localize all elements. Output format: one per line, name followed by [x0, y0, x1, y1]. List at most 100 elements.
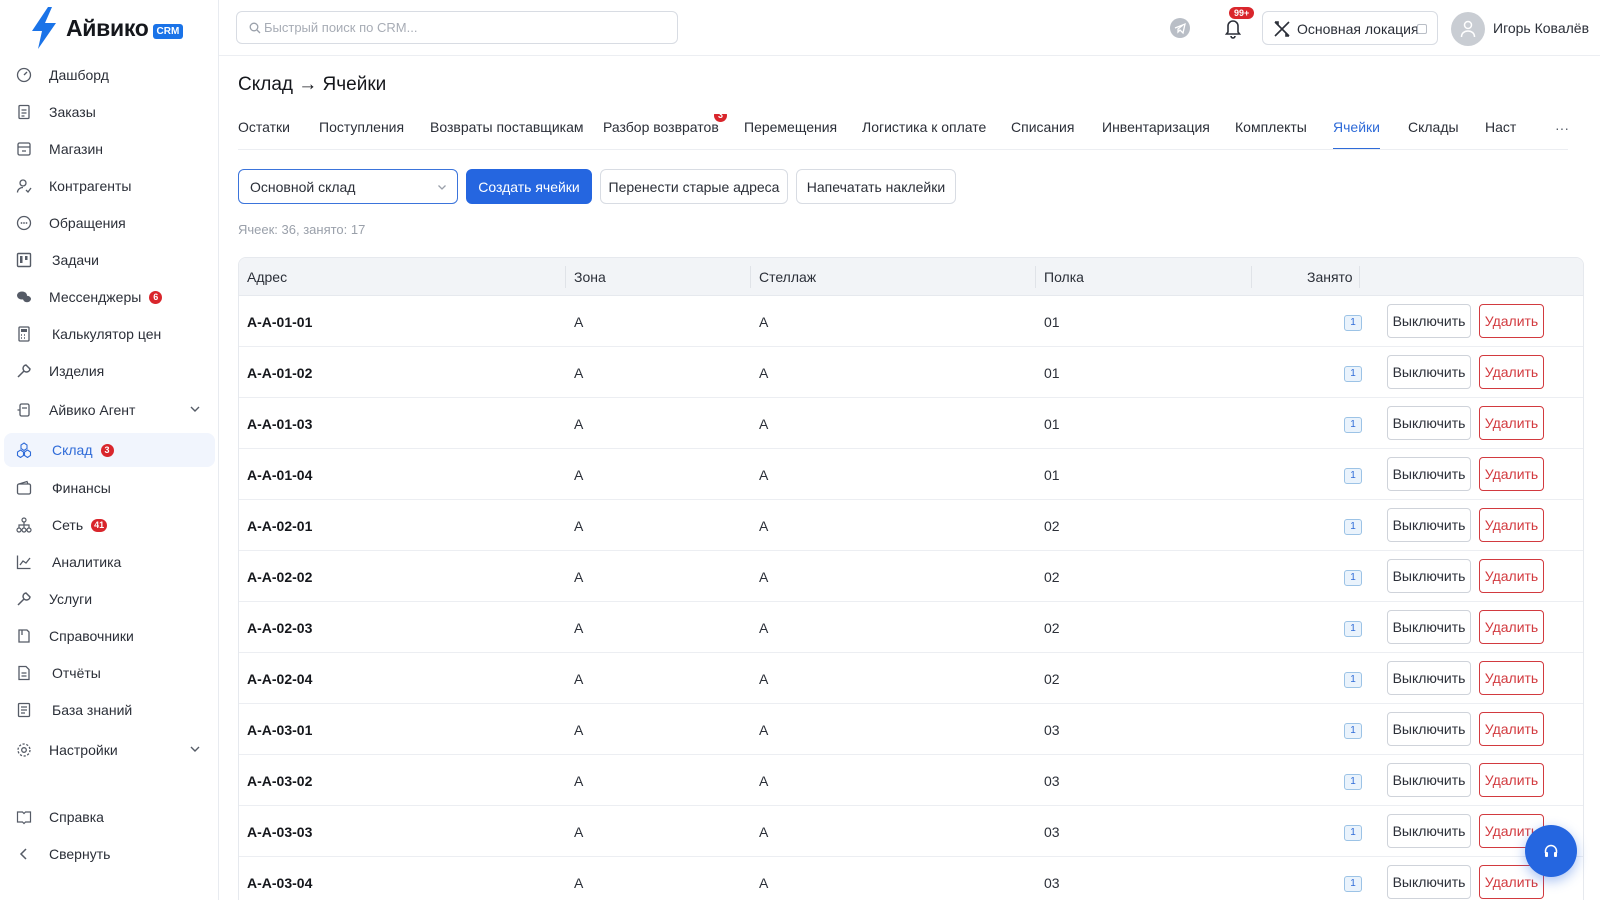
tab-write-offs[interactable]: Списания: [1011, 119, 1074, 149]
disable-button[interactable]: Выключить: [1387, 865, 1471, 899]
sidebar-item-label: Справка: [49, 809, 104, 825]
avatar[interactable]: [1451, 12, 1485, 46]
sidebar-item-settings[interactable]: Настройки: [4, 733, 215, 767]
bell-icon[interactable]: [1223, 17, 1243, 39]
disable-button[interactable]: Выключить: [1387, 610, 1471, 644]
cell-zone: A: [574, 416, 584, 432]
delete-button[interactable]: Удалить: [1479, 457, 1544, 491]
sidebar-item-help[interactable]: Справка: [4, 800, 215, 834]
telegram-icon[interactable]: [1170, 18, 1190, 38]
sidebar-item-reports[interactable]: Отчёты: [4, 656, 215, 690]
tab-settings[interactable]: Наст: [1485, 119, 1516, 149]
column-header-occupied[interactable]: Занято: [1307, 269, 1353, 285]
occupied-badge: 1: [1344, 876, 1362, 892]
table-row: A-A-01-04 A A 01 1 Выключить Удалить: [239, 449, 1583, 500]
delete-button[interactable]: Удалить: [1479, 661, 1544, 695]
disable-button[interactable]: Выключить: [1387, 457, 1471, 491]
delete-button[interactable]: Удалить: [1479, 406, 1544, 440]
network-badge: 41: [91, 519, 108, 532]
move-addresses-button[interactable]: Перенести старые адреса: [600, 169, 788, 204]
table-row: A-A-01-03 A A 01 1 Выключить Удалить: [239, 398, 1583, 449]
gear-icon: [17, 743, 31, 757]
cell-rack: A: [759, 518, 769, 534]
tabs-more-button[interactable]: ···: [1555, 120, 1569, 136]
sidebar-item-analytics[interactable]: Аналитика: [4, 545, 215, 579]
chevron-down-icon: [190, 746, 200, 752]
sidebar-item-products[interactable]: Изделия: [4, 354, 215, 388]
delete-button[interactable]: Удалить: [1479, 304, 1544, 338]
occupied-badge: 1: [1344, 723, 1362, 739]
column-header-zone[interactable]: Зона: [574, 269, 606, 285]
user-name[interactable]: Игорь Ковалёв: [1493, 20, 1589, 36]
cell-rack: A: [759, 824, 769, 840]
column-header-rack[interactable]: Стеллаж: [759, 269, 816, 285]
create-cells-button[interactable]: Создать ячейки: [466, 169, 592, 204]
sidebar-item-messengers[interactable]: Мессенджеры 6: [4, 280, 215, 314]
help-book-icon: [16, 811, 32, 825]
cell-shelf: 03: [1044, 824, 1060, 840]
location-selector[interactable]: Основная локация: [1262, 11, 1438, 45]
sidebar-item-references[interactable]: Справочники: [4, 619, 215, 653]
logo[interactable]: Айвико CRM: [28, 6, 184, 50]
sidebar-collapse-button[interactable]: Свернуть: [4, 837, 215, 871]
tab-kits[interactable]: Комплекты: [1235, 119, 1307, 149]
disable-button[interactable]: Выключить: [1387, 406, 1471, 440]
sidebar-item-orders[interactable]: Заказы: [4, 95, 215, 129]
delete-button[interactable]: Удалить: [1479, 559, 1544, 593]
table-row: A-A-03-04 A A 03 1 Выключить Удалить: [239, 857, 1583, 900]
disable-button[interactable]: Выключить: [1387, 661, 1471, 695]
cell-address: A-A-01-01: [247, 314, 313, 330]
services-icon: [17, 592, 31, 606]
lightning-logo-icon: [32, 7, 56, 49]
sidebar-item-contractors[interactable]: Контрагенты: [4, 169, 215, 203]
warehouse-select[interactable]: Основной склад: [238, 169, 458, 204]
sidebar-item-label: Заказы: [49, 104, 96, 120]
delete-button[interactable]: Удалить: [1479, 508, 1544, 542]
delete-button[interactable]: Удалить: [1479, 763, 1544, 797]
tab-stock[interactable]: Остатки: [238, 119, 290, 149]
disable-button[interactable]: Выключить: [1387, 355, 1471, 389]
sidebar-item-warehouse[interactable]: Склад 3: [4, 433, 215, 467]
print-labels-button[interactable]: Напечатать наклейки: [796, 169, 956, 204]
sidebar-item-requests[interactable]: Обращения: [4, 206, 215, 240]
column-header-shelf[interactable]: Полка: [1044, 269, 1084, 285]
disable-button[interactable]: Выключить: [1387, 712, 1471, 746]
table-row: A-A-02-04 A A 02 1 Выключить Удалить: [239, 653, 1583, 704]
tab-warehouses[interactable]: Склады: [1408, 119, 1459, 149]
sidebar-item-store[interactable]: Магазин: [4, 132, 215, 166]
sidebar-item-services[interactable]: Услуги: [4, 582, 215, 616]
delete-button[interactable]: Удалить: [1479, 355, 1544, 389]
sidebar-item-dashboard[interactable]: Дашборд: [4, 58, 215, 92]
warehouse-icon: [16, 442, 32, 458]
support-chat-button[interactable]: [1525, 825, 1577, 877]
table-row: A-A-02-02 A A 02 1 Выключить Удалить: [239, 551, 1583, 602]
tabs: Остатки Поступления Возвраты поставщикам…: [238, 114, 1568, 150]
sidebar-item-tasks[interactable]: Задачи: [4, 243, 215, 277]
search-box[interactable]: [236, 11, 678, 44]
disable-button[interactable]: Выключить: [1387, 508, 1471, 542]
cell-address: A-A-02-01: [247, 518, 313, 534]
delete-button[interactable]: Удалить: [1479, 610, 1544, 644]
tab-receipts[interactable]: Поступления: [319, 119, 404, 149]
occupied-badge: 1: [1344, 468, 1362, 484]
disable-button[interactable]: Выключить: [1387, 763, 1471, 797]
disable-button[interactable]: Выключить: [1387, 814, 1471, 848]
sidebar-item-finance[interactable]: Финансы: [4, 471, 215, 505]
delete-button[interactable]: Удалить: [1479, 712, 1544, 746]
column-header-address[interactable]: Адрес: [247, 269, 287, 285]
sidebar-item-agent[interactable]: Айвико Агент: [4, 393, 215, 427]
disable-button[interactable]: Выключить: [1387, 559, 1471, 593]
sidebar-item-knowledge[interactable]: База знаний: [4, 693, 215, 727]
search-input[interactable]: [264, 12, 664, 43]
tab-returns-review[interactable]: Разбор возвратов: [603, 119, 719, 149]
tab-supplier-returns[interactable]: Возвраты поставщикам: [430, 119, 583, 149]
disable-button[interactable]: Выключить: [1387, 304, 1471, 338]
tab-inventory[interactable]: Инвентаризация: [1102, 119, 1210, 149]
tab-transfers[interactable]: Перемещения: [744, 119, 837, 149]
sidebar-item-network[interactable]: Сеть 41: [4, 508, 215, 542]
sidebar-item-calculator[interactable]: Калькулятор цен: [4, 317, 215, 351]
tab-logistics[interactable]: Логистика к оплате: [862, 119, 986, 149]
tab-cells[interactable]: Ячейки: [1333, 119, 1380, 149]
cell-address: A-A-03-04: [247, 875, 313, 891]
cell-address: A-A-01-02: [247, 365, 313, 381]
